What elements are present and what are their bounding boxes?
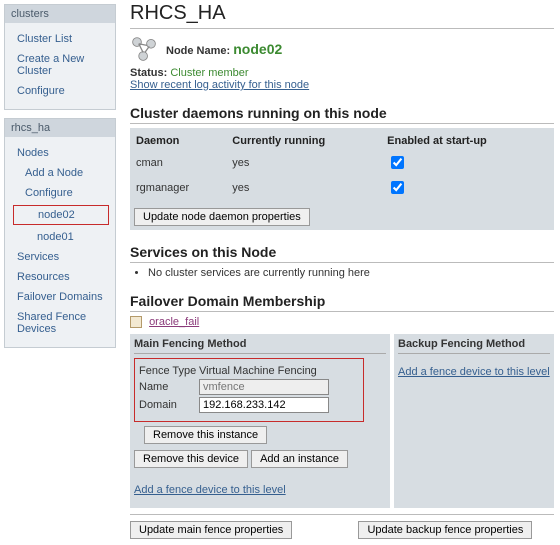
node-name-label: Node Name: xyxy=(166,45,230,57)
backup-fence-column: Backup Fencing Method Add a fence device… xyxy=(394,334,554,508)
clusters-panel: clusters Cluster List Create a New Clust… xyxy=(4,4,116,110)
fence-type-value: Virtual Machine Fencing xyxy=(199,365,317,377)
main-fence-column: Main Fencing Method Fence Type Virtual M… xyxy=(130,334,390,508)
daemon-running: yes xyxy=(230,150,385,175)
log-activity-link[interactable]: Show recent log activity for this node xyxy=(130,79,309,91)
fence-instance: Fence Type Virtual Machine Fencing Name … xyxy=(134,358,364,422)
failover-domain-link[interactable]: oracle_fail xyxy=(149,316,199,328)
clusters-header: clusters xyxy=(5,5,115,23)
nav-shared-fence-devices[interactable]: Shared Fence Devices xyxy=(11,307,111,339)
nav-configure-clusters[interactable]: Configure xyxy=(11,81,111,101)
update-backup-fence-button[interactable]: Update backup fence properties xyxy=(358,521,532,539)
nav-add-node[interactable]: Add a Node xyxy=(11,163,111,183)
daemons-block: Daemon Currently running Enabled at star… xyxy=(130,128,554,230)
remove-device-button[interactable]: Remove this device xyxy=(134,450,248,468)
failover-domain-icon xyxy=(130,316,142,328)
add-instance-button[interactable]: Add an instance xyxy=(251,450,348,468)
nav-resources[interactable]: Resources xyxy=(11,267,111,287)
add-fence-device-backup-link[interactable]: Add a fence device to this level xyxy=(398,366,550,378)
col-daemon: Daemon xyxy=(134,132,230,150)
fence-type-label: Fence Type xyxy=(139,365,199,377)
rhcs-panel: rhcs_ha Nodes Add a Node Configure node0… xyxy=(4,118,116,348)
table-row: cman yes xyxy=(134,150,550,175)
update-main-fence-button[interactable]: Update main fence properties xyxy=(130,521,292,539)
status-value: Cluster member xyxy=(170,67,248,79)
update-daemons-button[interactable]: Update node daemon properties xyxy=(134,208,310,226)
remove-instance-button[interactable]: Remove this instance xyxy=(144,426,267,444)
table-row: rgmanager yes xyxy=(134,175,550,200)
nav-create-cluster[interactable]: Create a New Cluster xyxy=(11,49,111,81)
nav-node01[interactable]: node01 xyxy=(11,227,111,247)
page-title: RHCS_HA xyxy=(130,2,554,29)
node-icon xyxy=(130,35,158,63)
fence-name-label: Name xyxy=(139,381,199,393)
col-enabled: Enabled at start-up xyxy=(385,132,550,150)
status-label: Status: xyxy=(130,67,167,79)
nav-configure-nodes[interactable]: Configure xyxy=(11,183,111,203)
add-fence-device-main-link[interactable]: Add a fence device to this level xyxy=(134,484,286,496)
fence-domain-label: Domain xyxy=(139,399,199,411)
daemon-enabled-checkbox[interactable] xyxy=(391,156,404,169)
nav-node02[interactable]: node02 xyxy=(13,205,109,225)
main-fence-heading: Main Fencing Method xyxy=(134,338,386,354)
nav-cluster-list[interactable]: Cluster List xyxy=(11,29,111,49)
nav-services[interactable]: Services xyxy=(11,247,111,267)
daemon-name: rgmanager xyxy=(134,175,230,200)
col-running: Currently running xyxy=(230,132,385,150)
failover-heading: Failover Domain Membership xyxy=(130,293,554,312)
rhcs-header: rhcs_ha xyxy=(5,119,115,137)
fence-domain-input[interactable] xyxy=(199,397,329,413)
daemons-heading: Cluster daemons running on this node xyxy=(130,105,554,124)
nav-failover-domains[interactable]: Failover Domains xyxy=(11,287,111,307)
daemon-running: yes xyxy=(230,175,385,200)
nav-nodes[interactable]: Nodes xyxy=(11,143,111,163)
node-name-value: node02 xyxy=(233,41,282,57)
backup-fence-heading: Backup Fencing Method xyxy=(398,338,550,354)
services-heading: Services on this Node xyxy=(130,244,554,263)
daemon-enabled-checkbox[interactable] xyxy=(391,181,404,194)
daemon-name: cman xyxy=(134,150,230,175)
fence-name-input[interactable] xyxy=(199,379,329,395)
services-empty: No cluster services are currently runnin… xyxy=(148,267,554,279)
